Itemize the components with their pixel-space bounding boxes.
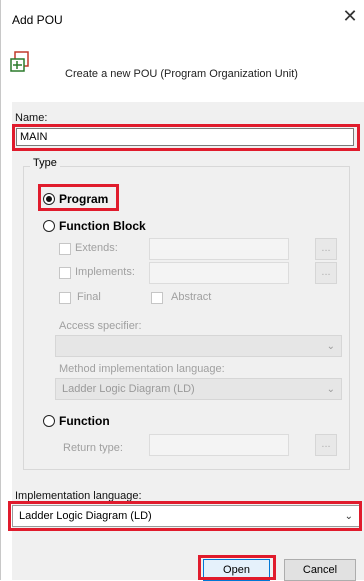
dialog-description: Create a new POU (Program Organization U… (65, 68, 298, 80)
extends-label: Extends: (75, 242, 118, 254)
window-edge (0, 0, 1, 580)
open-button[interactable]: Open (203, 559, 270, 581)
extends-browse-button[interactable]: ... (315, 238, 337, 260)
extends-checkbox[interactable] (59, 243, 71, 255)
function-label: Function (59, 414, 110, 428)
implements-input[interactable] (149, 262, 289, 284)
function-block-label: Function Block (59, 219, 146, 233)
access-specifier-select[interactable]: ⌄ (55, 335, 342, 357)
function-radio[interactable] (43, 415, 55, 427)
method-language-label: Method implementation language: (59, 363, 225, 375)
chevron-down-icon: ⌄ (326, 384, 335, 395)
method-language-value: Ladder Logic Diagram (LD) (62, 383, 195, 395)
program-label: Program (59, 192, 109, 206)
abstract-label: Abstract (171, 291, 212, 303)
add-pou-icon (9, 51, 31, 73)
access-specifier-label: Access specifier: (59, 320, 142, 332)
final-label: Final (77, 291, 101, 303)
type-legend: Type (30, 157, 60, 169)
return-type-browse-button[interactable]: ... (315, 434, 337, 456)
chevron-down-icon: ⌄ (326, 341, 335, 352)
return-type-input[interactable] (149, 434, 289, 456)
implementation-language-label: Implementation language: (15, 490, 142, 502)
implements-checkbox[interactable] (59, 267, 71, 279)
program-radio[interactable] (43, 193, 55, 205)
extends-input[interactable] (149, 238, 289, 260)
implementation-language-value: Ladder Logic Diagram (LD) (19, 510, 152, 522)
dialog-title: Add POU (12, 13, 63, 27)
implements-browse-button[interactable]: ... (315, 262, 337, 284)
add-pou-dialog: Add POU ✕ Create a new POU (Program Orga… (0, 0, 364, 581)
final-checkbox[interactable] (59, 292, 71, 304)
cancel-button[interactable]: Cancel (284, 559, 356, 581)
abstract-checkbox[interactable] (151, 292, 163, 304)
return-type-label: Return type: (63, 442, 123, 454)
close-icon[interactable]: ✕ (340, 6, 360, 27)
implementation-language-select[interactable]: Ladder Logic Diagram (LD) ⌄ (12, 505, 360, 527)
name-label: Name: (15, 112, 48, 124)
function-block-radio[interactable] (43, 220, 55, 232)
implements-label: Implements: (75, 266, 135, 278)
chevron-down-icon: ⌄ (344, 511, 353, 522)
name-input[interactable]: MAIN (16, 128, 354, 146)
method-language-select[interactable]: Ladder Logic Diagram (LD) ⌄ (55, 378, 342, 400)
